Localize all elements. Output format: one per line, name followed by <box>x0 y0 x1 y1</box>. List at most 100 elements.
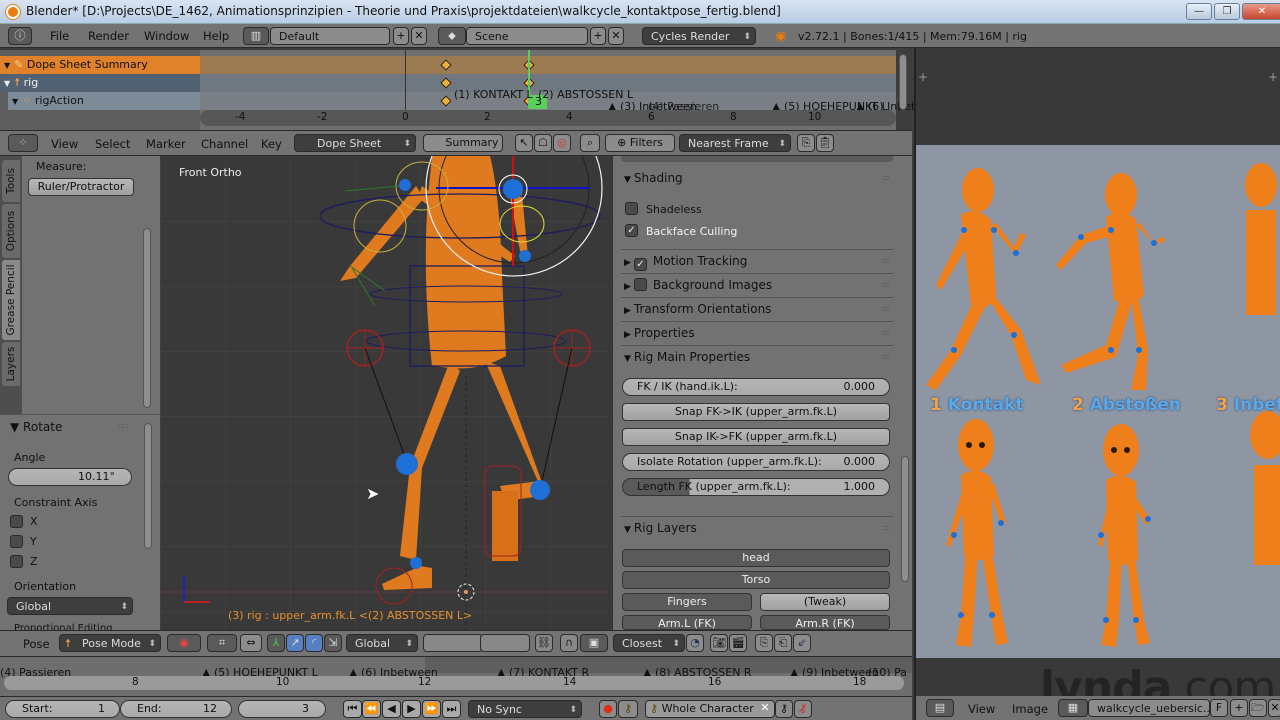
constraint-x-checkbox[interactable] <box>10 515 23 528</box>
expand-triangle-icon[interactable]: ▼ <box>4 75 10 93</box>
filters-toggle[interactable]: ⊕ Filters <box>605 134 675 152</box>
paste-pose-button[interactable]: ⎗ <box>774 634 792 652</box>
menu-image[interactable]: Image <box>1012 702 1048 716</box>
end-frame-field[interactable]: End: 12 <box>120 700 232 718</box>
copy-keyframes-button[interactable]: ⎘ <box>797 134 815 152</box>
menu-file[interactable]: File <box>50 29 69 43</box>
dopesheet-frame-ruler[interactable]: -4 -2 0 2 4 6 8 10 <box>200 110 896 126</box>
opengl-render-button[interactable]: ◔ <box>686 634 704 652</box>
copy-pose-button[interactable]: ⎘ <box>755 634 773 652</box>
pivot-point-select[interactable]: ◉ <box>167 634 201 652</box>
constraint-y-checkbox[interactable] <box>10 535 23 548</box>
new-image-button[interactable]: + <box>1230 699 1248 717</box>
play-reverse-button[interactable]: ◀ <box>382 700 401 718</box>
paste-keyframes-button[interactable]: 📋︎ <box>816 134 834 152</box>
plus-icon[interactable]: + <box>1268 70 1278 84</box>
transform-orientation-select[interactable]: Global <box>346 634 418 653</box>
rig-layer-tweak-toggle[interactable]: (Tweak) <box>760 593 890 611</box>
ruler-protractor-button[interactable]: Ruler/Protractor <box>28 178 134 196</box>
start-frame-field[interactable]: Start: 1 <box>5 700 120 718</box>
prev-keyframe-button[interactable]: ⏪ <box>362 700 381 718</box>
timeline-frame-ruler[interactable]: 8 10 12 14 16 18 <box>4 676 904 690</box>
transform-manipulator-toggle[interactable]: ⅄ <box>267 634 285 652</box>
channel-rigaction[interactable]: ▼ ⁘ rigAction <box>8 92 200 110</box>
add-scene-button[interactable]: + <box>590 27 606 45</box>
close-window-button[interactable]: ✕ <box>1242 3 1280 20</box>
rig-layer-arm-l-toggle[interactable]: Arm.L (FK) <box>622 615 752 630</box>
panel-rig-layers-header[interactable]: ▼ Rig Layers:::: <box>621 516 893 538</box>
delete-keyframe-button[interactable]: ⚷̸ <box>794 700 812 718</box>
snap-target-select[interactable]: Closest <box>613 634 685 653</box>
menu-render[interactable]: Render <box>88 29 129 43</box>
length-fk-slider[interactable]: Length FK (upper_arm.fk.L): 1.000 <box>622 478 890 496</box>
rotate-panel-header[interactable]: ▼ Rotate <box>10 420 62 434</box>
screen-layout-select[interactable]: Default <box>270 27 390 45</box>
keying-set-icon-button[interactable]: ⚷ <box>618 700 638 718</box>
snap-fk-to-ik-button[interactable]: Snap FK->IK (upper_arm.fk.L) <box>622 403 890 421</box>
panel-shading-header[interactable]: ▼ Shading:::: <box>621 167 893 189</box>
channel-rig[interactable]: ▼ ☨ rig <box>0 74 200 92</box>
channel-dopesheet-summary[interactable]: ▼ ✎ Dope Sheet Summary <box>0 56 200 74</box>
interaction-mode-select[interactable]: ☨ Pose Mode <box>59 634 161 653</box>
tab-grease-pencil[interactable]: Grease Pencil <box>2 260 20 340</box>
editor-type-image-button[interactable]: ▤ <box>926 699 954 717</box>
insert-keyframe-button[interactable]: ⚷ <box>775 700 793 718</box>
tab-layers[interactable]: Layers <box>2 342 20 386</box>
jump-end-button[interactable]: ⏭ <box>442 700 461 718</box>
tab-tools[interactable]: Tools <box>2 160 20 202</box>
snap-ik-to-fk-button[interactable]: Snap IK->FK (upper_arm.fk.L) <box>622 428 890 446</box>
menu-select[interactable]: Select <box>95 137 130 151</box>
rig-layer-head-toggle[interactable]: head <box>622 549 890 567</box>
search-toggle[interactable]: ⌕ <box>580 134 600 152</box>
editor-type-info-button[interactable]: ⓘ <box>8 27 32 45</box>
orientation-select[interactable]: Global <box>7 597 133 616</box>
drag-grip-icon[interactable]: :::: <box>118 421 129 430</box>
expand-triangle-icon[interactable]: ▼ <box>12 93 18 111</box>
translate-manipulator-toggle[interactable]: ↗ <box>286 634 304 652</box>
panel-background-images-header[interactable]: ▶ Background Images:::: <box>621 273 893 295</box>
panel-transform-orientations-header[interactable]: ▶ Transform Orientations:::: <box>621 297 893 319</box>
operator-scrollbar[interactable] <box>144 423 152 549</box>
snap-element-select[interactable]: ▣ <box>580 634 608 652</box>
screen-layout-icon-button[interactable]: ▥ <box>243 27 269 45</box>
maximize-button[interactable]: ❐ <box>1214 3 1240 20</box>
rig-layer-torso-toggle[interactable]: Torso <box>622 571 890 589</box>
shadeless-checkbox[interactable] <box>625 202 638 215</box>
rig-layer-fingers-toggle[interactable]: Fingers <box>622 593 752 611</box>
editor-type-dopesheet-button[interactable]: ⁘ <box>8 134 38 152</box>
backface-culling-checkbox[interactable]: ✓ <box>625 224 638 237</box>
next-keyframe-button[interactable]: ⏩ <box>422 700 441 718</box>
dopesheet-scrollbar[interactable] <box>899 54 907 110</box>
play-button[interactable]: ▶ <box>402 700 421 718</box>
image-name-field[interactable]: walkcycle_uebersic... <box>1088 699 1210 717</box>
only-errors-toggle[interactable]: ◎ <box>553 134 571 152</box>
minimize-button[interactable]: — <box>1186 3 1212 20</box>
properties-scrollbar[interactable] <box>901 456 909 582</box>
only-origins-toggle[interactable]: ⌗ <box>207 634 237 652</box>
panel-motion-tracking-header[interactable]: ▶ ✓ Motion Tracking:::: <box>621 249 893 271</box>
delete-screen-button[interactable]: ✕ <box>411 27 427 45</box>
clear-keying-set-button[interactable]: ✕ <box>757 700 773 718</box>
open-image-button[interactable]: 🗁 <box>1249 699 1267 717</box>
menu-view[interactable]: View <box>968 702 995 716</box>
auto-snap-select[interactable]: Nearest Frame <box>679 134 791 153</box>
scale-manipulator-toggle[interactable]: ⇲ <box>324 634 342 652</box>
fake-user-toggle[interactable]: F <box>1210 699 1228 717</box>
rotate-manipulator-toggle[interactable]: ◜ <box>305 634 323 652</box>
layers-grid-1[interactable] <box>423 634 483 652</box>
delete-scene-button[interactable]: ✕ <box>608 27 624 45</box>
show-hidden-toggle[interactable]: ☖ <box>534 134 552 152</box>
dopesheet-mode-select[interactable]: Dope Sheet <box>294 134 416 153</box>
layers-grid-2[interactable] <box>480 634 530 652</box>
3d-viewport[interactable]: Front Ortho ➤ (3) rig: upper_arm.fk.L <… <box>160 156 612 630</box>
menu-pose[interactable]: Pose <box>23 637 50 651</box>
unlink-image-button[interactable]: ✕ <box>1268 699 1280 717</box>
rig-layer-arm-r-toggle[interactable]: Arm.R (FK) <box>760 615 890 630</box>
scene-select[interactable]: Scene <box>466 27 588 45</box>
isolate-rotation-slider[interactable]: Isolate Rotation (upper_arm.fk.L): 0.000 <box>622 453 890 471</box>
only-selected-toggle[interactable]: ↖ <box>515 134 533 152</box>
scene-icon-button[interactable]: ⬥ <box>438 27 466 45</box>
jump-start-button[interactable]: ⏮ <box>343 700 362 718</box>
menu-window[interactable]: Window <box>144 29 189 43</box>
menu-help[interactable]: Help <box>203 29 229 43</box>
